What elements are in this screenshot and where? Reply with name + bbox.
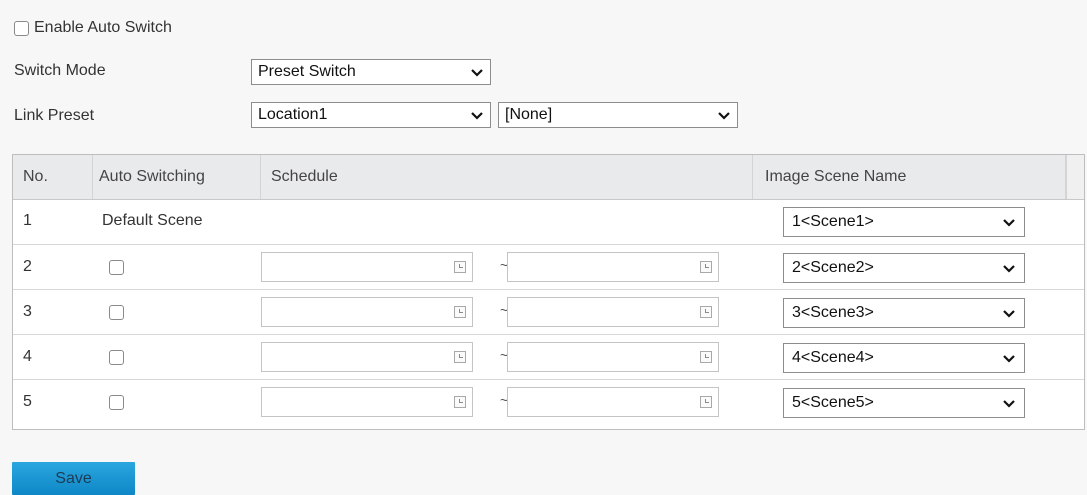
header-schedule: Schedule — [261, 155, 753, 199]
auto-switching-checkbox[interactable] — [109, 304, 124, 320]
image-scene-select[interactable]: 3<Scene3> — [783, 298, 1025, 328]
image-scene-select[interactable]: 5<Scene5> — [783, 388, 1025, 418]
clock-icon[interactable] — [454, 261, 466, 273]
schedule-end-input[interactable] — [507, 252, 719, 282]
switch-mode-value: Preset Switch — [258, 63, 356, 80]
enable-auto-switch-row: Enable Auto Switch — [14, 19, 172, 37]
image-scene-value: 5<Scene5> — [792, 394, 874, 411]
default-scene-label: Default Scene — [102, 212, 203, 229]
enable-auto-switch-checkbox[interactable] — [14, 20, 29, 36]
image-scene-value: 2<Scene2> — [792, 259, 874, 276]
schedule-end-input[interactable] — [507, 342, 719, 372]
clock-icon[interactable] — [700, 306, 712, 318]
chevron-down-icon — [718, 112, 730, 120]
chevron-down-icon — [1003, 265, 1015, 273]
schedule-start-input[interactable] — [261, 252, 473, 282]
table-row: 3 ~ 3<Scene3> — [13, 289, 1084, 334]
clock-icon[interactable] — [454, 396, 466, 408]
image-scene-value: 3<Scene3> — [792, 304, 874, 321]
image-scene-select[interactable]: 2<Scene2> — [783, 253, 1025, 283]
table-scrollbar[interactable] — [1066, 155, 1084, 199]
auto-switching-checkbox[interactable] — [109, 394, 124, 410]
header-no: No. — [13, 155, 93, 199]
scene-table: No. Auto Switching Schedule Image Scene … — [12, 154, 1085, 430]
enable-auto-switch-label: Enable Auto Switch — [34, 19, 172, 36]
switch-mode-select[interactable]: Preset Switch — [251, 59, 491, 85]
schedule-end-input[interactable] — [507, 387, 719, 417]
link-preset-select[interactable]: Location1 — [251, 102, 491, 128]
schedule-start-input[interactable] — [261, 297, 473, 327]
chevron-down-icon — [471, 69, 483, 77]
switch-mode-row: Switch Mode — [14, 62, 106, 80]
header-auto-switching: Auto Switching — [93, 155, 261, 199]
link-preset-row: Link Preset — [14, 107, 94, 125]
link-preset-label: Link Preset — [14, 107, 95, 124]
save-button[interactable]: Save — [12, 462, 135, 495]
row-number: 1 — [23, 212, 32, 229]
link-preset-secondary-value: [None] — [505, 106, 553, 123]
header-image-scene-name: Image Scene Name — [753, 155, 1066, 199]
chevron-down-icon — [1003, 310, 1015, 318]
chevron-down-icon — [1003, 219, 1015, 227]
clock-icon[interactable] — [700, 351, 712, 363]
clock-icon[interactable] — [454, 351, 466, 363]
row-number: 2 — [23, 258, 32, 275]
auto-switching-checkbox[interactable] — [109, 259, 124, 275]
row-number: 4 — [23, 348, 32, 365]
chevron-down-icon — [1003, 355, 1015, 363]
row-number: 3 — [23, 303, 32, 320]
image-scene-value: 4<Scene4> — [792, 349, 874, 366]
schedule-start-input[interactable] — [261, 342, 473, 372]
table-row: 5 ~ 5<Scene5> — [13, 379, 1084, 424]
switch-mode-label: Switch Mode — [14, 62, 106, 79]
table-row: 2 ~ 2<Scene2> — [13, 244, 1084, 289]
row-number: 5 — [23, 393, 32, 410]
image-scene-value: 1<Scene1> — [792, 213, 874, 230]
auto-switching-checkbox[interactable] — [109, 349, 124, 365]
chevron-down-icon — [471, 112, 483, 120]
link-preset-value: Location1 — [258, 106, 328, 123]
table-row: 4 ~ 4<Scene4> — [13, 334, 1084, 379]
clock-icon[interactable] — [454, 306, 466, 318]
clock-icon[interactable] — [700, 396, 712, 408]
chevron-down-icon — [1003, 400, 1015, 408]
schedule-end-input[interactable] — [507, 297, 719, 327]
table-row: 1 Default Scene 1<Scene1> — [13, 199, 1084, 244]
clock-icon[interactable] — [700, 261, 712, 273]
table-header: No. Auto Switching Schedule Image Scene … — [13, 155, 1084, 200]
image-scene-select[interactable]: 1<Scene1> — [783, 207, 1025, 237]
schedule-start-input[interactable] — [261, 387, 473, 417]
image-scene-select[interactable]: 4<Scene4> — [783, 343, 1025, 373]
link-preset-secondary-select[interactable]: [None] — [498, 102, 738, 128]
